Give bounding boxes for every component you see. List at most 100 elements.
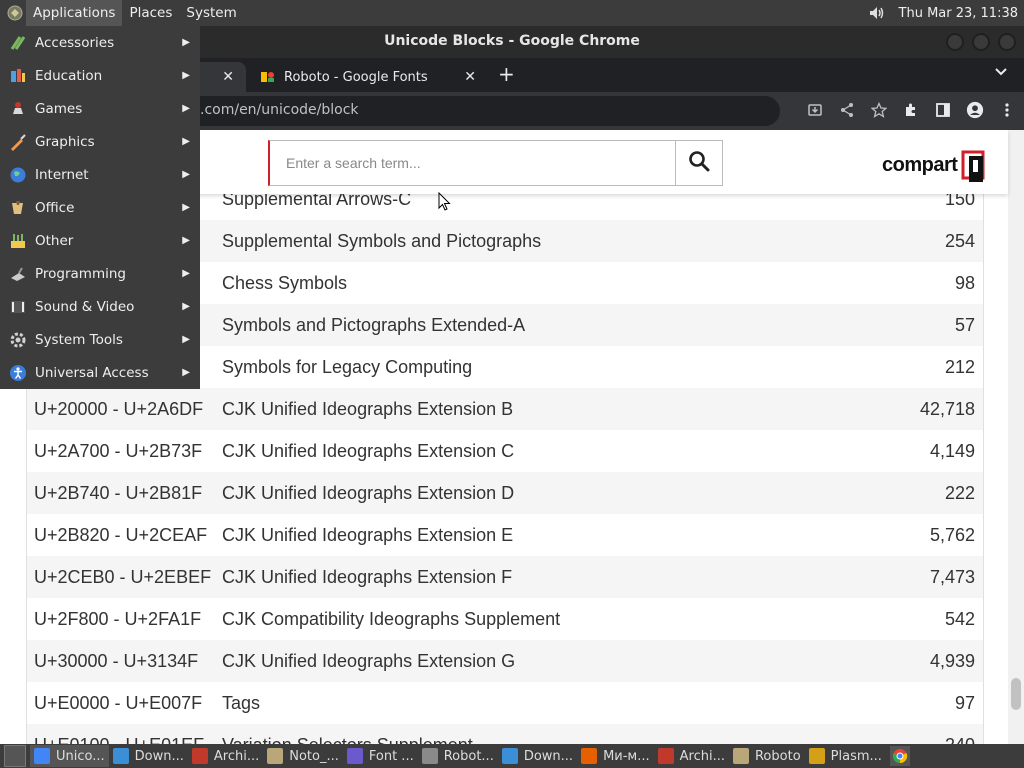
bookmark-star-icon[interactable] xyxy=(870,101,888,119)
compart-logo[interactable]: compart xyxy=(882,150,987,182)
table-row[interactable]: U+2B820 - U+2CEAF CJK Unified Ideographs … xyxy=(27,514,983,556)
taskbar-item[interactable]: Down... xyxy=(109,745,188,767)
table-row[interactable]: U+20000 - U+2A6DF CJK Unified Ideographs … xyxy=(27,388,983,430)
taskbar-item-label: Unico... xyxy=(56,748,105,764)
search-button[interactable] xyxy=(675,140,723,186)
taskbar-item-label: Down... xyxy=(134,748,184,764)
chrome-launcher-icon[interactable] xyxy=(889,746,910,766)
table-row[interactable]: U+E0100 - U+E01EFVariation Selectors Sup… xyxy=(27,724,983,744)
block-count: 97 xyxy=(954,692,975,713)
block-name-link[interactable]: CJK Unified Ideographs Extension E xyxy=(222,525,863,546)
table-row[interactable]: U+2A700 - U+2B73F CJK Unified Ideographs … xyxy=(27,430,983,472)
maximize-button[interactable] xyxy=(972,33,990,51)
block-name-link[interactable]: CJK Compatibility Ideographs Supplement xyxy=(222,609,863,630)
block-name-link[interactable]: Tags xyxy=(222,693,863,714)
block-name-link[interactable]: Supplemental Symbols and Pictographs xyxy=(222,231,863,252)
kebab-menu-icon[interactable] xyxy=(998,101,1016,119)
menu-item-education[interactable]: Education ▶ xyxy=(0,59,200,92)
universal-access-icon xyxy=(7,362,29,384)
taskbar-item[interactable]: Plasm... xyxy=(805,745,886,767)
table-row[interactable]: U+2F800 - U+2FA1F CJK Compatibility Ideog… xyxy=(27,598,983,640)
menu-item-label: Education xyxy=(35,67,103,84)
block-count: 240 xyxy=(863,735,983,745)
block-name-link[interactable]: Symbols for Legacy Computing xyxy=(222,357,863,378)
taskbar-item[interactable]: Robot... xyxy=(418,745,498,767)
profile-avatar-icon[interactable] xyxy=(966,101,984,119)
menu-item-programming[interactable]: Programming ▶ xyxy=(0,257,200,290)
taskbar-app-icon xyxy=(501,748,518,764)
menu-item-internet[interactable]: Internet ▶ xyxy=(0,158,200,191)
table-row[interactable]: U+E0000 - U+E007F Tags 97 xyxy=(27,682,983,724)
minimize-button[interactable] xyxy=(946,33,964,51)
block-name-link[interactable]: Symbols and Pictographs Extended-A xyxy=(222,315,863,336)
menu-item-label: Programming xyxy=(35,265,126,282)
side-panel-icon[interactable] xyxy=(934,101,952,119)
extensions-puzzle-icon[interactable] xyxy=(902,101,920,119)
install-icon[interactable] xyxy=(806,101,824,119)
taskbar-item[interactable]: Unico... xyxy=(30,745,109,767)
compart-logo-mark-icon xyxy=(961,150,987,182)
menu-item-universal-access[interactable]: Universal Access ▶ xyxy=(0,356,200,389)
taskbar-item[interactable]: Font ... xyxy=(343,745,418,767)
block-name-link[interactable]: CJK Unified Ideographs Extension D xyxy=(222,483,863,504)
taskbar-app-icon xyxy=(808,748,825,764)
table-row[interactable]: U+2B740 - U+2B81F CJK Unified Ideographs … xyxy=(27,472,983,514)
volume-icon[interactable] xyxy=(865,2,887,24)
menu-item-graphics[interactable]: Graphics ▶ xyxy=(0,125,200,158)
taskbar-item[interactable]: Noto_... xyxy=(263,745,343,767)
block-name-link[interactable]: Chess Symbols xyxy=(222,273,863,294)
taskbar-item[interactable]: Down... xyxy=(498,745,577,767)
table-row[interactable]: U+2CEB0 - U+2EBEF CJK Unified Ideographs … xyxy=(27,556,983,598)
taskbar-item[interactable]: Ми-м... xyxy=(577,745,654,767)
table-row[interactable]: U+30000 - U+3134F CJK Unified Ideographs … xyxy=(27,640,983,682)
submenu-arrow-icon: ▶ xyxy=(182,202,190,213)
new-tab-button[interactable]: + xyxy=(498,62,515,86)
show-desktop-button[interactable] xyxy=(4,745,26,767)
block-count: 4,939 xyxy=(929,650,975,671)
menu-item-label: Graphics xyxy=(35,133,95,150)
search-icon xyxy=(688,150,710,176)
block-range: U+E0100 - U+E01EF xyxy=(27,735,222,745)
menu-item-accessories[interactable]: Accessories ▶ xyxy=(0,26,200,59)
share-icon[interactable] xyxy=(838,101,856,119)
menu-item-system-tools[interactable]: System Tools ▶ xyxy=(0,323,200,356)
block-count: 98 xyxy=(954,272,975,293)
games-icon xyxy=(7,98,29,120)
system-tools-icon xyxy=(7,329,29,351)
internet-icon xyxy=(7,164,29,186)
url-text[interactable]: .com/en/unicode/block xyxy=(200,102,359,118)
system-menu[interactable]: System xyxy=(179,0,243,26)
block-name-link[interactable]: CJK Unified Ideographs Extension C xyxy=(222,441,863,462)
submenu-arrow-icon: ▶ xyxy=(182,367,190,378)
block-name-link[interactable]: CJK Unified Ideographs Extension B xyxy=(222,399,863,420)
block-name-link[interactable]: Variation Selectors Supplement xyxy=(222,735,863,745)
tab-search-chevron-icon[interactable] xyxy=(994,66,1008,81)
taskbar-app-icon xyxy=(581,748,598,764)
block-name-link[interactable]: CJK Unified Ideographs Extension G xyxy=(222,651,863,672)
close-window-button[interactable] xyxy=(998,33,1016,51)
taskbar-item[interactable]: Roboto xyxy=(729,745,805,767)
search-input[interactable]: Enter a search term... xyxy=(268,140,676,186)
tab-close-icon[interactable]: ✕ xyxy=(222,69,234,85)
tab-close-icon[interactable]: ✕ xyxy=(464,69,476,85)
submenu-arrow-icon: ▶ xyxy=(182,169,190,180)
block-name-link[interactable]: CJK Unified Ideographs Extension F xyxy=(222,567,863,588)
page-scrollbar[interactable] xyxy=(1008,130,1024,744)
tab-roboto-google-fonts[interactable]: Roboto - Google Fonts ✕ xyxy=(248,62,488,92)
scrollbar-thumb[interactable] xyxy=(1011,678,1021,710)
applications-menu[interactable]: Applications xyxy=(26,0,123,26)
taskbar-app-icon xyxy=(112,748,129,764)
taskbar-item[interactable]: Archi... xyxy=(188,745,263,767)
menu-item-games[interactable]: Games ▶ xyxy=(0,92,200,125)
taskbar-app-icon xyxy=(421,748,438,764)
places-menu[interactable]: Places xyxy=(122,0,179,26)
applications-logo-icon[interactable] xyxy=(4,2,26,24)
menu-item-office[interactable]: Office ▶ xyxy=(0,191,200,224)
taskbar-item-label: Robot... xyxy=(443,748,494,764)
menu-item-sound-video[interactable]: Sound & Video ▶ xyxy=(0,290,200,323)
menu-item-label: Internet xyxy=(35,166,89,183)
taskbar-item[interactable]: Archi... xyxy=(654,745,729,767)
google-fonts-favicon-icon xyxy=(260,69,276,85)
menu-item-other[interactable]: Other ▶ xyxy=(0,224,200,257)
panel-clock[interactable]: Thu Mar 23, 11:38 xyxy=(891,6,1024,21)
